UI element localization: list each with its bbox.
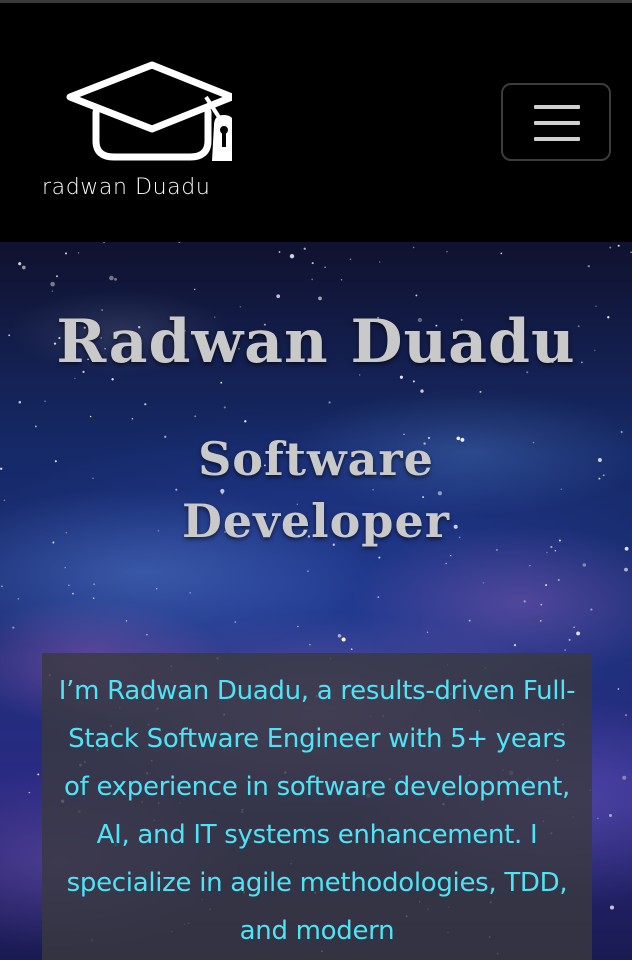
- hero-section: Radwan Duadu Software Developer I’m Radw…: [0, 242, 632, 960]
- about-card: I’m Radwan Duadu, a results-driven Full-…: [42, 653, 592, 960]
- menu-toggle-button[interactable]: [501, 83, 611, 161]
- about-paragraph: I’m Radwan Duadu, a results-driven Full-…: [58, 676, 576, 946]
- graduation-cap-icon: [66, 61, 232, 161]
- brand-home-link[interactable]: radwan Duadu: [40, 57, 250, 207]
- hero-role-line-1: Software: [198, 432, 434, 486]
- hero-role-heading: Software Developer: [0, 428, 632, 552]
- hero-role-line-2: Developer: [182, 494, 450, 548]
- hero-name-heading: Radwan Duadu: [56, 307, 576, 377]
- brand-name: radwan Duadu: [42, 175, 211, 200]
- navbar: radwan Duadu: [0, 3, 632, 242]
